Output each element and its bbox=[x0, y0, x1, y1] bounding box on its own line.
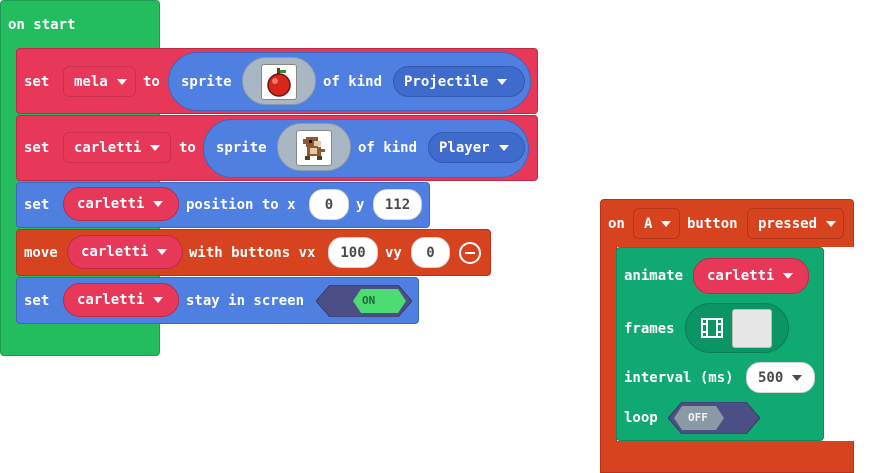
mela-variable-label: mela bbox=[74, 73, 108, 90]
sprite-label-apple: sprite bbox=[181, 74, 232, 90]
kind-player-dropdown[interactable]: Player bbox=[428, 132, 525, 163]
set-carletti-set-label: set bbox=[24, 140, 50, 156]
chevron-down-icon bbox=[153, 297, 164, 303]
chevron-down-icon bbox=[116, 78, 127, 85]
set-mela-to-label: to bbox=[143, 74, 160, 90]
on-button-pressed-left-rail bbox=[600, 246, 617, 442]
with-buttons-vx-label: with buttons vx bbox=[189, 245, 316, 261]
chevron-down-icon bbox=[157, 249, 168, 255]
carletti-variable-label: carletti bbox=[81, 244, 149, 260]
interval-value: 500 bbox=[758, 369, 784, 386]
chevron-down-icon bbox=[153, 201, 164, 207]
position-x-input[interactable]: 0 bbox=[309, 189, 349, 220]
monkey-sprite-icon bbox=[303, 137, 325, 160]
button-a-dropdown[interactable]: A bbox=[633, 208, 680, 239]
position-y-input[interactable]: 112 bbox=[373, 189, 422, 220]
carletti-variable-dropdown-3[interactable]: carletti bbox=[67, 235, 183, 269]
carletti-variable-label: carletti bbox=[707, 268, 775, 284]
interval-label: interval (ms) bbox=[624, 370, 734, 386]
animate-label: animate bbox=[624, 268, 684, 284]
carletti-variable-label: carletti bbox=[77, 196, 145, 212]
chevron-down-icon bbox=[498, 144, 509, 151]
toggle-off-label: OFF bbox=[688, 411, 708, 424]
chevron-down-icon bbox=[497, 78, 508, 85]
loop-label: loop bbox=[624, 410, 658, 426]
loop-toggle[interactable] bbox=[668, 402, 760, 434]
chevron-down-icon bbox=[792, 374, 803, 381]
set-mela-set-label: set bbox=[24, 74, 50, 90]
carletti-variable-dropdown-4[interactable]: carletti bbox=[63, 283, 179, 317]
on-label: on bbox=[608, 216, 625, 232]
pressed-event-dropdown[interactable]: pressed bbox=[747, 208, 844, 239]
chevron-down-icon bbox=[783, 273, 794, 279]
chevron-down-icon bbox=[150, 144, 161, 151]
set-carletti-to-label: to bbox=[179, 140, 196, 156]
apple-sprite-icon bbox=[267, 68, 291, 97]
stay-in-screen-label: stay in screen bbox=[186, 293, 305, 309]
mela-variable-dropdown[interactable]: mela bbox=[63, 66, 136, 97]
kind-projectile-label: Projectile bbox=[404, 73, 489, 90]
vy-input[interactable]: 0 bbox=[411, 237, 450, 268]
position-y-label: y bbox=[356, 197, 365, 213]
button-a-label: A bbox=[644, 215, 653, 232]
kind-projectile-dropdown[interactable]: Projectile bbox=[393, 66, 525, 97]
button-label: button bbox=[687, 216, 738, 232]
film-strip-icon[interactable] bbox=[701, 318, 723, 338]
kind-player-label: Player bbox=[439, 139, 490, 156]
move-label: move bbox=[24, 245, 58, 261]
carletti-variable-dropdown-1[interactable]: carletti bbox=[63, 132, 171, 163]
toggle-on-label: ON bbox=[362, 294, 376, 307]
on-start-label: on start bbox=[8, 17, 76, 33]
chevron-down-icon bbox=[826, 220, 837, 227]
chevron-down-icon bbox=[661, 220, 672, 227]
position-to-x-label: position to x bbox=[186, 197, 296, 213]
on-button-pressed-footer bbox=[600, 441, 854, 473]
carletti-variable-label: carletti bbox=[74, 139, 142, 156]
interval-dropdown[interactable]: 500 bbox=[746, 362, 815, 393]
apple-image-field[interactable] bbox=[242, 57, 316, 105]
frames-label: frames bbox=[624, 321, 675, 337]
frames-image-slot[interactable] bbox=[732, 309, 772, 348]
pressed-event-label: pressed bbox=[758, 215, 818, 232]
monkey-image-field[interactable] bbox=[277, 123, 351, 171]
vy-label: vy bbox=[385, 245, 402, 261]
of-kind-label-2: of kind bbox=[358, 140, 418, 156]
of-kind-label-1: of kind bbox=[323, 74, 383, 90]
set-position-set-label: set bbox=[24, 197, 50, 213]
carletti-variable-dropdown-2[interactable]: carletti bbox=[63, 187, 179, 221]
stay-set-label: set bbox=[24, 293, 50, 309]
carletti-variable-label: carletti bbox=[77, 292, 145, 308]
vx-input[interactable]: 100 bbox=[328, 237, 378, 268]
remove-minus-icon[interactable] bbox=[459, 242, 481, 264]
carletti-variable-dropdown-5[interactable]: carletti bbox=[693, 258, 809, 294]
sprite-label-monkey: sprite bbox=[216, 140, 267, 156]
